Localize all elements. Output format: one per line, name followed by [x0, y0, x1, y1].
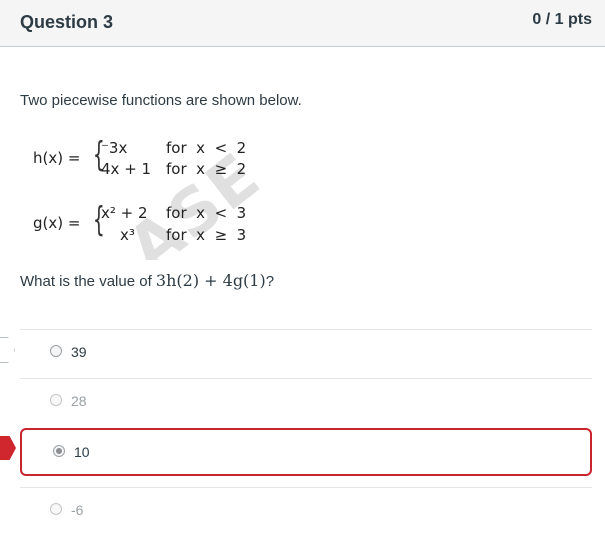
- radio-button[interactable]: [50, 503, 62, 515]
- h-lhs: h(x) =: [33, 149, 81, 167]
- question-suffix: ?: [265, 273, 275, 290]
- answer-option-3[interactable]: 10: [20, 428, 592, 476]
- radio-button-selected[interactable]: [53, 445, 65, 457]
- g-case-1-cond: for x < 3: [166, 204, 247, 222]
- h-case-1-expr: ⁻3x: [101, 139, 128, 157]
- answer-label: 28: [71, 393, 87, 409]
- g-lhs: g(x) =: [33, 214, 81, 232]
- question-intro: Two piecewise functions are shown below.: [20, 92, 302, 109]
- question-prefix: What is the value of: [20, 273, 156, 290]
- answer-pointer-marker: [0, 337, 15, 363]
- answer-label: 39: [71, 344, 87, 360]
- question-header: Question 3 0 / 1 pts: [0, 0, 605, 47]
- answer-option-2[interactable]: 28: [20, 378, 592, 426]
- h-case-2-cond: for x ≥ 2: [166, 160, 247, 178]
- g-case-2-expr: x³: [120, 226, 135, 244]
- incorrect-answer-marker: [0, 436, 16, 460]
- h-case-2-expr: 4x + 1: [101, 160, 152, 178]
- answer-label: -6: [71, 502, 84, 518]
- question-points: 0 / 1 pts: [532, 11, 592, 28]
- radio-button[interactable]: [50, 345, 62, 357]
- question-title: Question 3: [20, 12, 114, 32]
- answer-option-4[interactable]: -6: [20, 487, 592, 535]
- g-case-1-expr: x² + 2: [101, 204, 148, 222]
- question-prompt: What is the value of 3h(2) + 4g(1)?: [20, 271, 274, 290]
- answer-label: 10: [74, 444, 90, 460]
- h-case-1-cond: for x < 2: [166, 139, 247, 157]
- answer-option-1[interactable]: 39: [20, 329, 592, 377]
- g-case-2-cond: for x ≥ 3: [166, 226, 247, 244]
- radio-button[interactable]: [50, 394, 62, 406]
- question-expression: 3h(2) + 4g(1): [155, 271, 266, 290]
